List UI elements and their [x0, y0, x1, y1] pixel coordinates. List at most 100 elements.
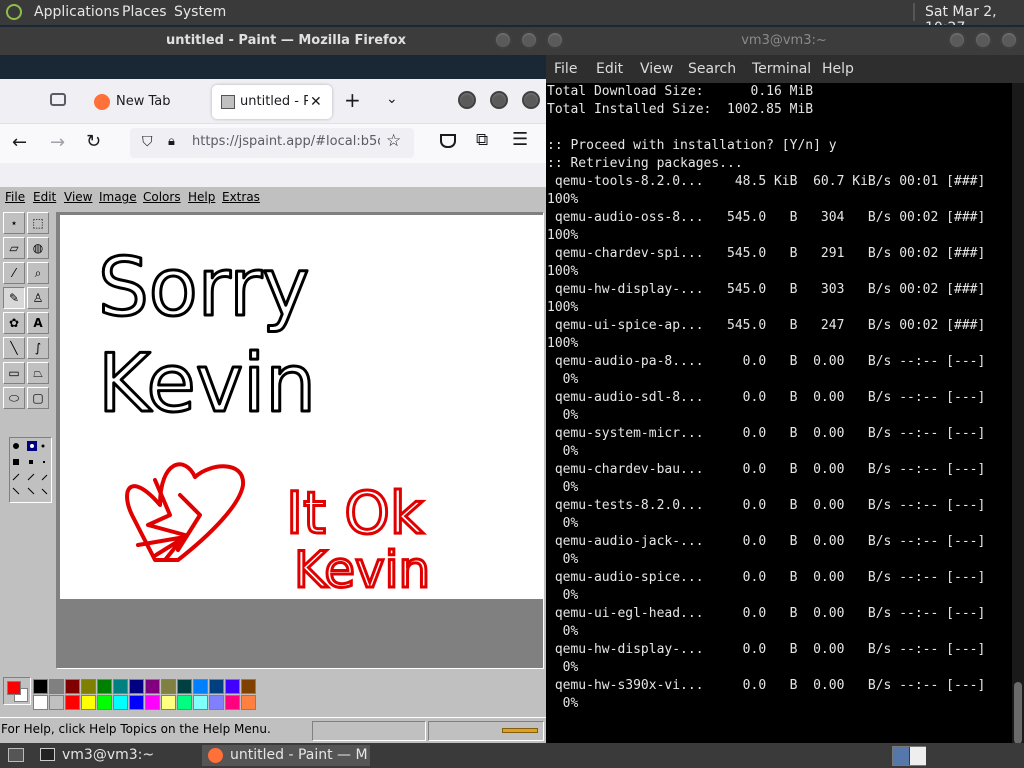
back-icon[interactable]: ← — [12, 132, 27, 153]
color-swatch[interactable] — [97, 679, 112, 694]
close-tab-icon[interactable]: ✕ — [310, 85, 322, 119]
free-select-icon[interactable]: ⋆ — [3, 212, 25, 234]
workspace-switcher[interactable] — [892, 746, 926, 766]
terminal-menu-help[interactable]: Help — [822, 61, 854, 77]
magnifier-icon[interactable]: ⌕ — [27, 262, 49, 284]
new-tab-button[interactable]: + — [344, 88, 361, 112]
rounded-rect-icon[interactable]: ▢ — [27, 387, 49, 409]
polygon-icon[interactable]: ⏢ — [27, 362, 49, 384]
drawing-canvas[interactable]: Sorry Kevin It Ok Kevin — [60, 215, 544, 601]
paint-menu-view[interactable]: View — [64, 190, 92, 204]
color-swatch[interactable] — [193, 695, 208, 710]
url-text[interactable]: https://jspaint.app/#local:b5d — [192, 134, 380, 149]
color-swatch[interactable] — [209, 695, 224, 710]
color-swatch[interactable] — [65, 679, 80, 694]
paint-menu-help[interactable]: Help — [188, 190, 215, 204]
list-all-tabs-icon[interactable]: ⌄ — [386, 91, 398, 107]
tool-options-icon[interactable] — [10, 438, 51, 502]
extensions-icon[interactable]: ⧉ — [476, 130, 488, 150]
color-picker-icon[interactable]: ⁄ — [3, 262, 25, 284]
color-swatch[interactable] — [145, 679, 160, 694]
fill-bucket-icon[interactable]: ◍ — [27, 237, 49, 259]
ff-maximize-icon[interactable] — [490, 91, 508, 109]
firefox-titlebar[interactable]: untitled - Paint — Mozilla Firefox — [0, 27, 572, 55]
color-swatch[interactable] — [129, 679, 144, 694]
text-icon[interactable]: A — [27, 312, 49, 334]
lock-icon[interactable]: 🔒︎ — [168, 134, 175, 149]
eraser-icon[interactable]: ▱ — [3, 237, 25, 259]
menu-hamburger-icon[interactable]: ☰ — [512, 129, 528, 150]
color-swatch[interactable] — [97, 695, 112, 710]
paint-menu-edit[interactable]: Edit — [33, 190, 56, 204]
minimize-button[interactable] — [948, 31, 966, 49]
color-swatch[interactable] — [49, 679, 64, 694]
shield-icon[interactable]: ⛉ — [142, 134, 153, 150]
color-swatch[interactable] — [193, 679, 208, 694]
close-button[interactable] — [1000, 31, 1018, 49]
maximize-button[interactable] — [520, 31, 538, 49]
rect-select-icon[interactable]: ⬚ — [27, 212, 49, 234]
reload-icon[interactable]: ↻ — [86, 131, 101, 152]
bookmark-star-icon[interactable]: ☆ — [386, 131, 401, 151]
color-swatch[interactable] — [225, 679, 240, 694]
color-swatch[interactable] — [113, 695, 128, 710]
tool-options[interactable] — [9, 437, 52, 503]
color-swatch[interactable] — [161, 695, 176, 710]
workspace-1[interactable] — [893, 747, 909, 765]
terminal-scrollbar[interactable] — [1012, 83, 1024, 743]
terminal-menu-edit[interactable]: Edit — [596, 61, 623, 77]
ellipse-icon[interactable]: ⬭ — [3, 387, 25, 409]
maximize-button[interactable] — [974, 31, 992, 49]
color-swatch[interactable] — [33, 679, 48, 694]
color-swatch[interactable] — [81, 695, 96, 710]
color-swatch[interactable] — [65, 695, 80, 710]
workspace-2[interactable] — [910, 747, 926, 765]
paint-menu-colors[interactable]: Colors — [143, 190, 181, 204]
forward-icon[interactable]: → — [50, 132, 65, 153]
pocket-icon[interactable] — [440, 134, 456, 148]
distro-logo-icon[interactable] — [6, 4, 22, 20]
color-swatch[interactable] — [225, 695, 240, 710]
color-swatch[interactable] — [241, 695, 256, 710]
taskbar-item-firefox[interactable]: untitled - Paint — M... — [202, 745, 370, 766]
paint-menu-image[interactable]: Image — [99, 190, 137, 204]
color-swatch[interactable] — [113, 679, 128, 694]
ff-minimize-icon[interactable] — [458, 91, 476, 109]
primary-color[interactable] — [7, 681, 21, 695]
system-menu[interactable]: System — [174, 4, 226, 20]
rectangle-icon[interactable]: ▭ — [3, 362, 25, 384]
show-desktop-icon[interactable] — [8, 748, 24, 762]
terminal-scrollbar-thumb[interactable] — [1014, 682, 1022, 744]
terminal-titlebar[interactable]: vm3@vm3:~ — [544, 27, 1024, 55]
minimize-button[interactable] — [494, 31, 512, 49]
places-menu[interactable]: Places — [122, 4, 167, 20]
taskbar-item-terminal[interactable]: vm3@vm3:~ — [32, 745, 194, 766]
color-swatch[interactable] — [81, 679, 96, 694]
terminal-menu-terminal[interactable]: Terminal — [752, 61, 811, 77]
tab-new-tab[interactable]: New Tab — [86, 85, 206, 119]
paint-menu-file[interactable]: File — [5, 190, 25, 204]
line-icon[interactable]: ╲ — [3, 337, 25, 359]
tab-paint[interactable]: untitled - P ✕ — [212, 85, 332, 119]
terminal-output[interactable]: Total Download Size: 0.16 MiB Total Insta… — [544, 83, 1014, 743]
ff-close-icon[interactable] — [522, 91, 540, 109]
close-button[interactable] — [546, 31, 564, 49]
color-swatch[interactable] — [145, 695, 160, 710]
terminal-menu-search[interactable]: Search — [688, 61, 736, 77]
paint-menu-extras[interactable]: Extras — [222, 190, 260, 204]
color-swatch[interactable] — [33, 695, 48, 710]
tab-overview-icon[interactable] — [50, 93, 66, 106]
pencil-icon[interactable]: ✎ — [3, 287, 25, 309]
color-swatch[interactable] — [241, 679, 256, 694]
terminal-menu-view[interactable]: View — [640, 61, 673, 77]
color-swatch[interactable] — [209, 679, 224, 694]
color-swatch[interactable] — [177, 679, 192, 694]
color-swatch[interactable] — [129, 695, 144, 710]
color-swatch[interactable] — [161, 679, 176, 694]
color-swatch[interactable] — [177, 695, 192, 710]
url-bar[interactable]: ⛉ 🔒︎ https://jspaint.app/#local:b5d ☆ — [130, 128, 414, 158]
drawing-strokes[interactable]: Sorry Kevin It Ok Kevin — [60, 215, 544, 601]
current-colors[interactable] — [3, 677, 31, 705]
brush-icon[interactable]: ♙ — [27, 287, 49, 309]
color-swatch[interactable] — [49, 695, 64, 710]
